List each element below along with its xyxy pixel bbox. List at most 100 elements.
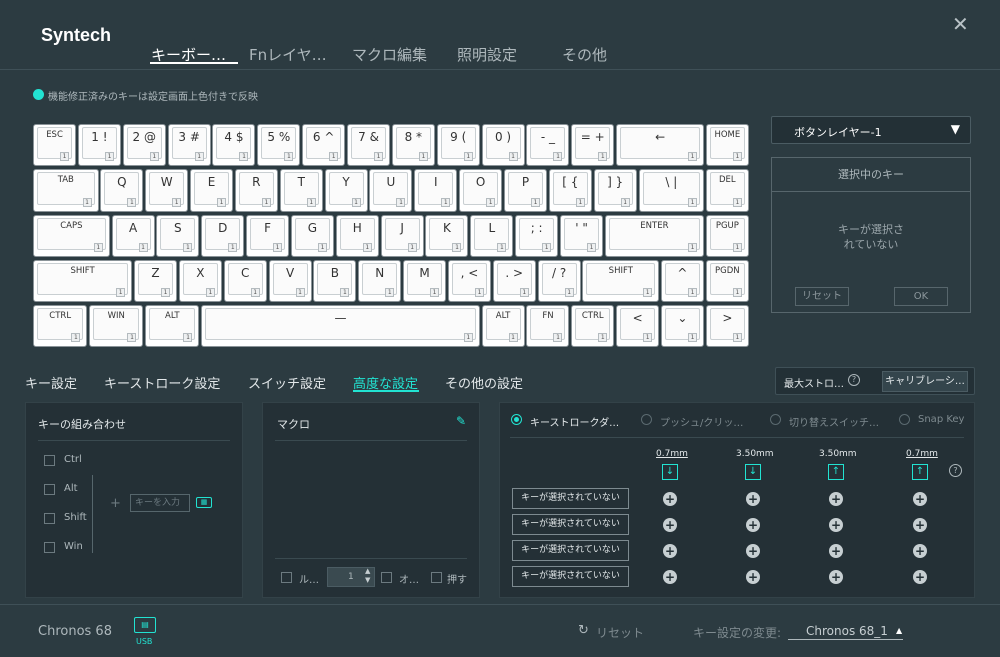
key[interactable]: F1 (246, 214, 290, 257)
key[interactable]: FN 1 (526, 305, 570, 348)
key[interactable]: 5 % 1 (257, 124, 301, 167)
key[interactable]: ' " 1 (560, 214, 604, 257)
ctrl-checkbox[interactable] (44, 455, 55, 466)
key[interactable]: J1 (380, 214, 424, 257)
key[interactable]: W1 (145, 169, 189, 212)
add-icon[interactable]: + (746, 492, 760, 506)
key[interactable]: = + 1 (571, 124, 615, 167)
reset-button[interactable]: リセット (596, 624, 644, 641)
key[interactable]: R1 (234, 169, 278, 212)
key[interactable]: G1 (290, 214, 334, 257)
help-icon[interactable]: ? (949, 464, 962, 477)
key[interactable]: ALT 1 (145, 305, 200, 348)
stroke-row-button[interactable]: キーが選択されていない (512, 514, 629, 535)
key[interactable]: <1 (616, 305, 660, 348)
key[interactable]: 4 $ 1 (212, 124, 256, 167)
close-icon[interactable]: ✕ (952, 12, 969, 36)
key[interactable]: H1 (335, 214, 379, 257)
key[interactable]: . > 1 (492, 259, 536, 303)
key[interactable]: P1 (503, 169, 547, 212)
key[interactable]: T1 (279, 169, 323, 212)
mode-radio-push[interactable] (641, 414, 652, 425)
tab-lighting[interactable]: 照明設定 (457, 44, 517, 65)
key[interactable]: I1 (414, 169, 458, 212)
subtab-keystroke[interactable]: キーストローク設定 (104, 373, 220, 392)
key[interactable]: K1 (425, 214, 469, 257)
subtab-other[interactable]: その他の設定 (445, 373, 523, 392)
tab-others[interactable]: その他 (562, 44, 607, 65)
key[interactable]: U1 (369, 169, 413, 212)
pencil-icon[interactable]: ✎ (456, 414, 466, 428)
usb-icon[interactable]: ▤ (134, 617, 156, 633)
key[interactable]: SHIFT 1 (582, 259, 660, 303)
key[interactable]: DEL 1 (705, 169, 749, 212)
stroke-row-button[interactable]: キーが選択されていない (512, 488, 629, 509)
key[interactable]: [ {1 (548, 169, 592, 212)
key[interactable]: ^ 1 (660, 259, 704, 303)
calibration-button[interactable]: キャリブレーシ… (882, 371, 968, 392)
key[interactable]: M1 (403, 259, 447, 303)
key[interactable]: SHIFT 1 (33, 259, 133, 303)
add-icon[interactable]: + (663, 492, 677, 506)
add-icon[interactable]: + (913, 544, 927, 558)
key[interactable]: O1 (459, 169, 503, 212)
key[interactable]: ALT 1 (481, 305, 525, 348)
add-icon[interactable]: + (913, 492, 927, 506)
arrow-up-icon[interactable]: ↑ (828, 464, 844, 480)
key[interactable]: S1 (156, 214, 200, 257)
arrow-down-icon[interactable]: ↓ (745, 464, 761, 480)
key[interactable]: 6 ^ 1 (302, 124, 346, 167)
key[interactable]: ] } 1 (593, 169, 637, 212)
add-icon[interactable]: + (746, 544, 760, 558)
key[interactable]: ⌄ 1 (660, 305, 704, 348)
key[interactable]: 8 * 1 (391, 124, 435, 167)
key[interactable]: 1 ! 1 (77, 124, 121, 167)
key[interactable]: 9 (1 (436, 124, 480, 167)
stroke-row-button[interactable]: キーが選択されていない (512, 566, 629, 587)
refresh-icon[interactable]: ↻ (578, 623, 589, 638)
key[interactable]: —1 (201, 305, 480, 348)
mode-radio-toggle[interactable] (770, 414, 781, 425)
keyboard-icon[interactable]: ▦ (196, 497, 212, 508)
key[interactable]: 3 # 1 (167, 124, 211, 167)
key[interactable]: Z1 (133, 259, 177, 303)
key[interactable]: / ? 1 (537, 259, 581, 303)
key[interactable]: ← 1 (616, 124, 705, 167)
other-checkbox[interactable] (381, 572, 392, 583)
key[interactable]: 0 ) 1 (481, 124, 525, 167)
help-icon[interactable]: ? (848, 374, 860, 386)
key[interactable]: C1 (223, 259, 267, 303)
arrow-up-icon[interactable]: ↑ (912, 464, 928, 480)
key[interactable]: L1 (470, 214, 514, 257)
key[interactable]: ; : 1 (515, 214, 559, 257)
key[interactable]: \ | 1 (638, 169, 705, 212)
shift-checkbox[interactable] (44, 513, 55, 524)
key[interactable]: CAPS 1 (33, 214, 110, 257)
stepper-icon[interactable]: ▲ ▼ (365, 567, 370, 585)
key[interactable]: B1 (313, 259, 357, 303)
add-icon[interactable]: + (829, 518, 843, 532)
layer-select[interactable]: ボタンレイヤー-1 ▼ (771, 116, 971, 144)
key[interactable]: N1 (358, 259, 402, 303)
key[interactable]: ESC 1 (33, 124, 77, 167)
key[interactable]: A1 (111, 214, 155, 257)
profile-select[interactable]: Chronos 68_1 ▲ (788, 623, 903, 640)
press-checkbox[interactable] (431, 572, 442, 583)
tab-fn-layer[interactable]: Fnレイヤ… (249, 44, 327, 65)
key[interactable]: 7 & 1 (347, 124, 391, 167)
win-checkbox[interactable] (44, 542, 55, 553)
key[interactable]: V1 (268, 259, 312, 303)
key[interactable]: 2 @ 1 (122, 124, 166, 167)
key[interactable]: HOME 1 (705, 124, 749, 167)
subtab-switch[interactable]: スイッチ設定 (248, 373, 326, 392)
add-icon[interactable]: + (829, 570, 843, 584)
add-icon[interactable]: + (663, 544, 677, 558)
key[interactable]: CTRL 1 (571, 305, 615, 348)
key[interactable]: - _ 1 (526, 124, 570, 167)
key[interactable]: WIN 1 (89, 305, 144, 348)
add-icon[interactable]: + (913, 518, 927, 532)
add-icon[interactable]: + (663, 518, 677, 532)
add-icon[interactable]: + (663, 570, 677, 584)
ok-button[interactable]: OK (894, 287, 948, 306)
reset-key-button[interactable]: リセット (795, 287, 849, 306)
